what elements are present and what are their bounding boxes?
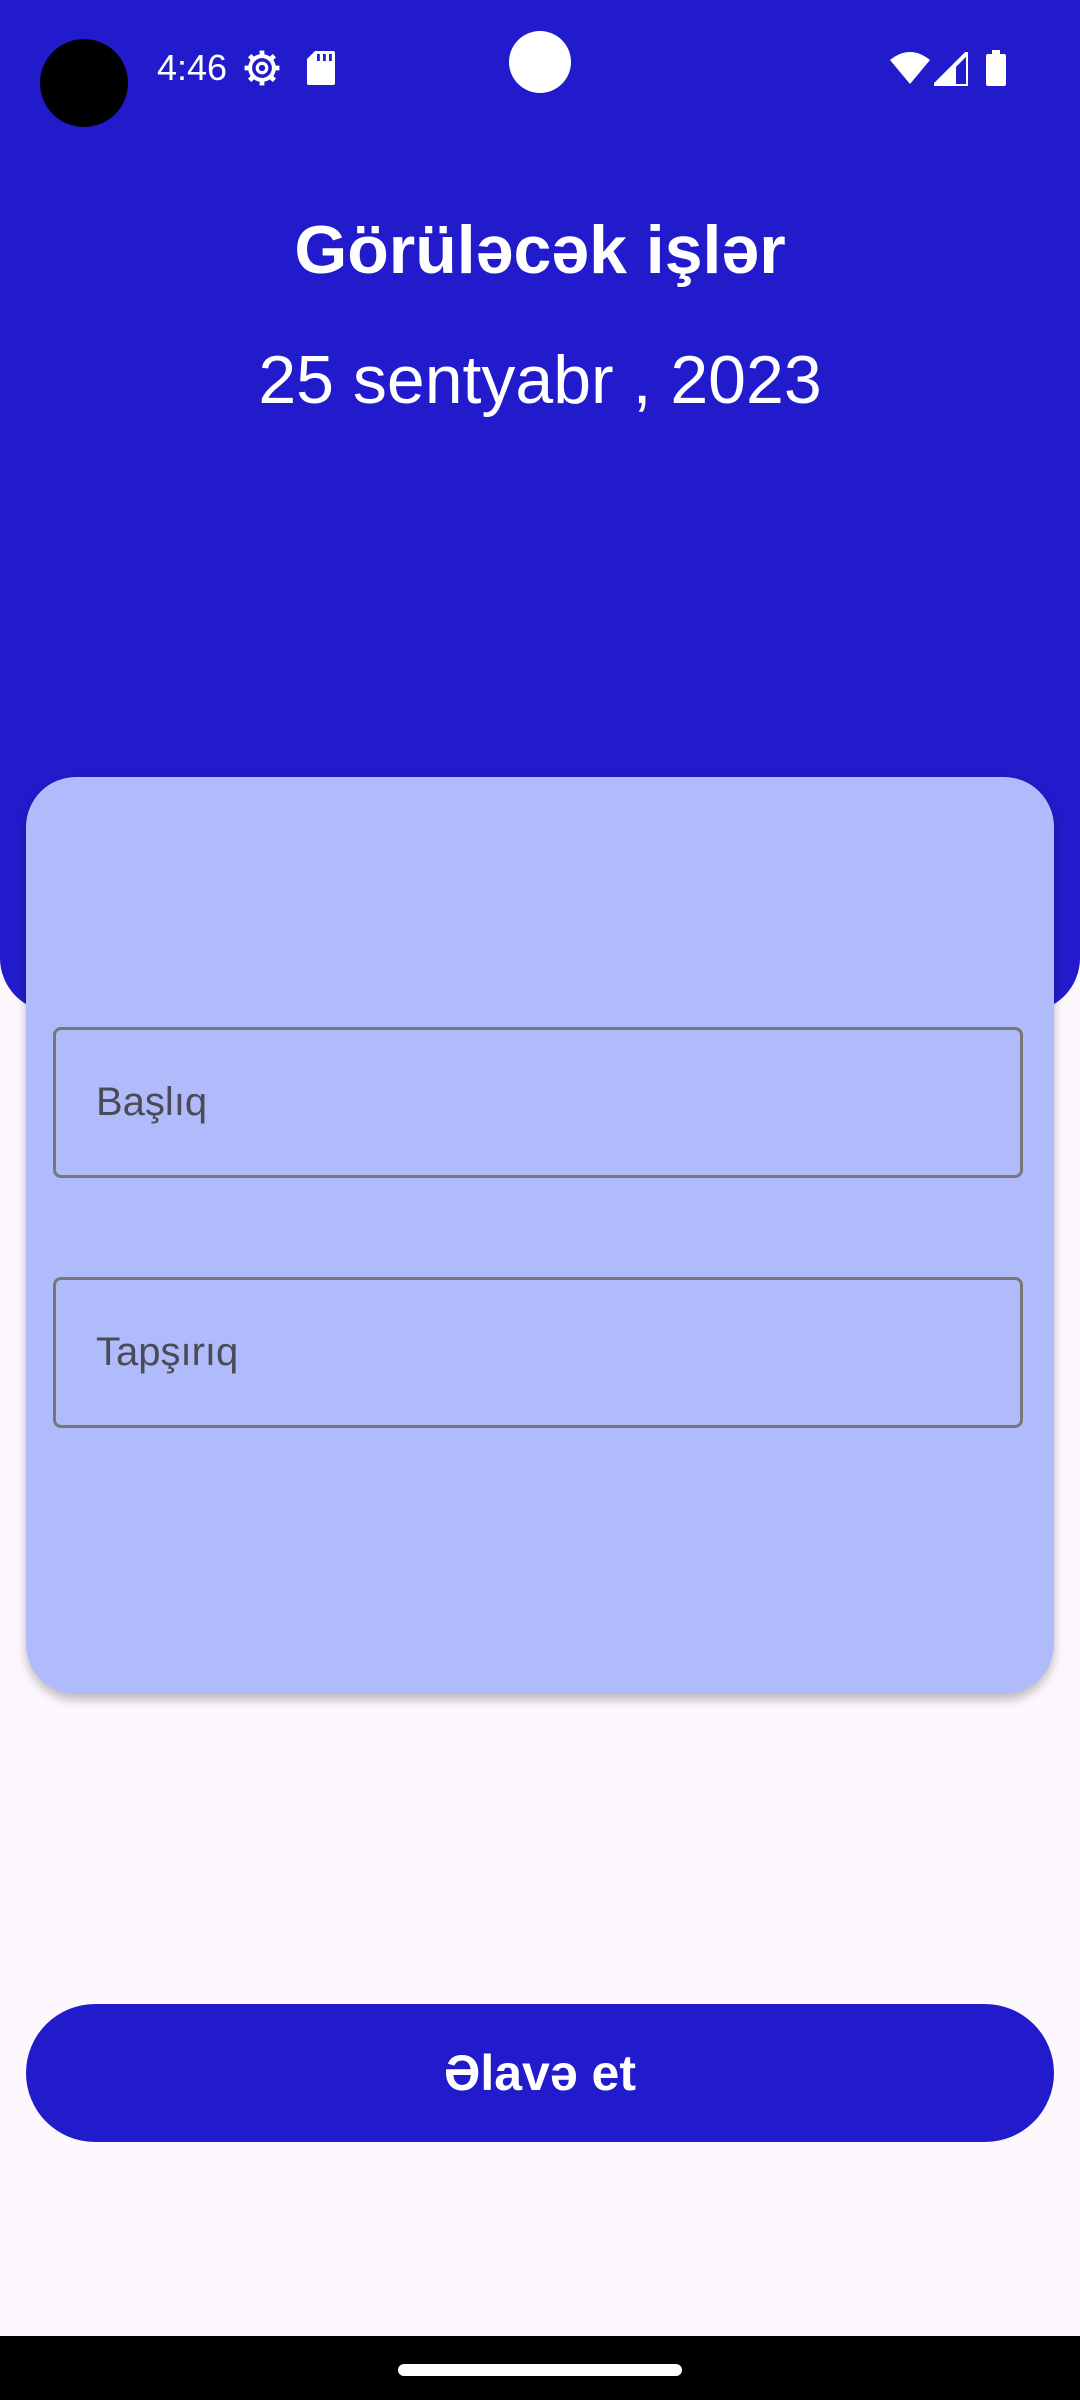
task-input[interactable] (56, 1280, 1020, 1425)
cell-signal-icon (934, 52, 968, 86)
title-field (53, 1027, 1023, 1178)
home-handle[interactable] (398, 2364, 682, 2376)
sd-card-icon (307, 51, 335, 85)
status-indicator-dot (509, 31, 571, 93)
title-input[interactable] (56, 1030, 1020, 1175)
battery-icon (986, 50, 1006, 86)
current-date: 25 sentyabr , 2023 (258, 342, 822, 418)
status-bar: 4:46 (0, 0, 1080, 134)
navigation-bar (0, 2336, 1080, 2400)
page-title: Görüləcək işlər (294, 212, 786, 288)
settings-icon (244, 50, 280, 86)
wifi-icon (890, 52, 930, 84)
camera-cutout (40, 39, 128, 127)
task-form-card (26, 777, 1054, 1694)
add-button[interactable]: Əlavə et (26, 2004, 1054, 2142)
task-field (53, 1277, 1023, 1428)
status-time: 4:46 (157, 47, 228, 88)
